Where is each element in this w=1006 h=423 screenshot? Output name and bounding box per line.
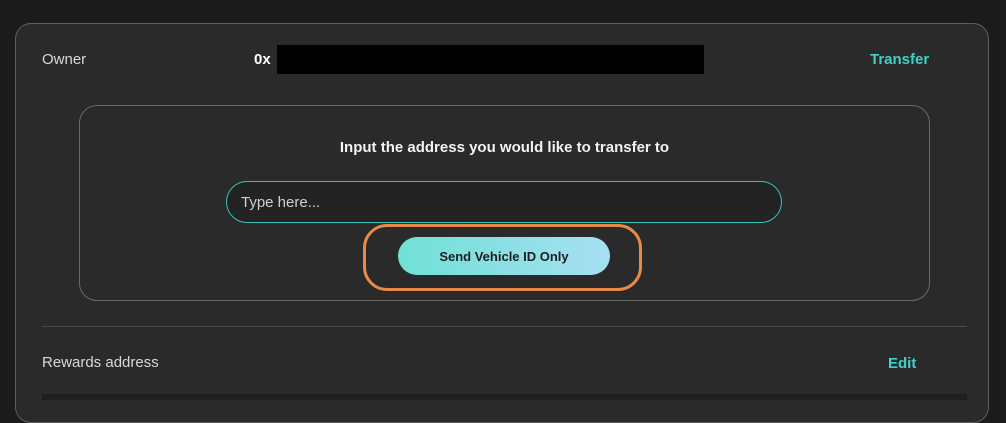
transfer-form: Input the address you would like to tran…: [79, 105, 930, 301]
transfer-instruction: Input the address you would like to tran…: [339, 139, 670, 156]
section-divider: [42, 326, 967, 327]
owner-address-prefix: 0x: [254, 51, 271, 68]
rewards-address-label: Rewards address: [42, 354, 159, 371]
rewards-address-field-edge: [42, 394, 967, 400]
transfer-link[interactable]: Transfer: [870, 51, 929, 68]
owner-label: Owner: [42, 51, 87, 68]
edit-rewards-link[interactable]: Edit: [888, 355, 916, 372]
transfer-address-input[interactable]: [226, 181, 782, 223]
redacted-owner-address: [277, 45, 704, 74]
send-vehicle-id-only-button[interactable]: Send Vehicle ID Only: [398, 237, 610, 275]
